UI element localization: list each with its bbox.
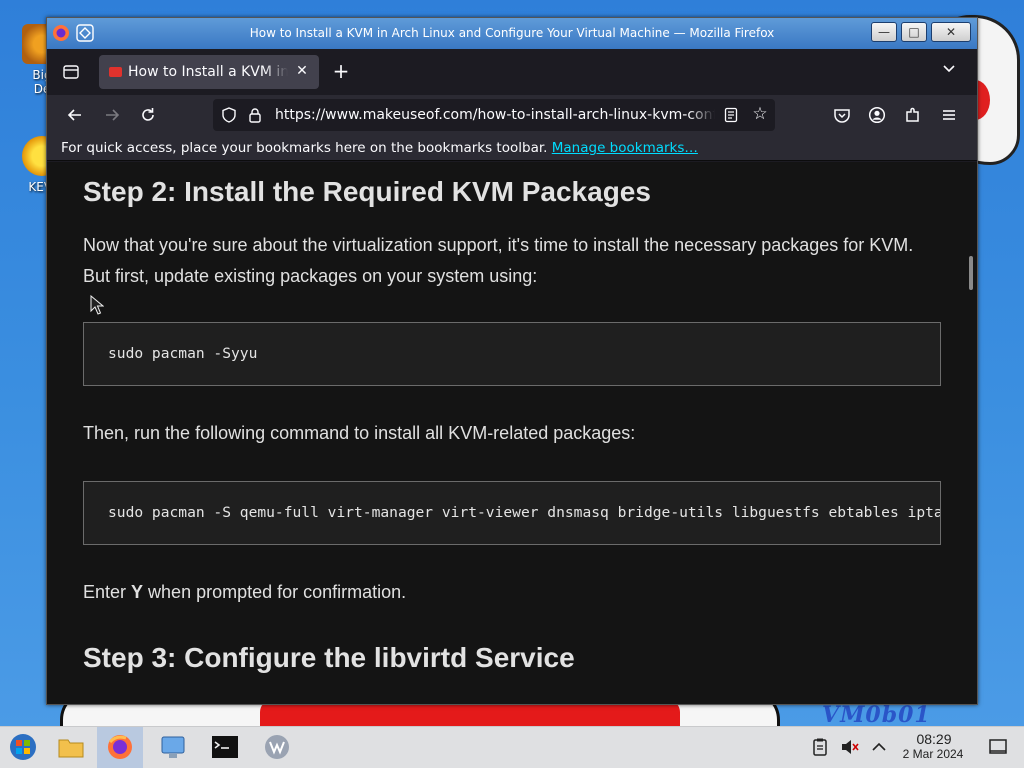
taskbar-control-panel[interactable]	[150, 727, 196, 768]
maximize-button[interactable]: □	[901, 22, 927, 42]
page-content: Step 2: Install the Required KVM Package…	[47, 162, 977, 704]
firefox-icon	[108, 735, 132, 759]
extensions-button[interactable]	[901, 103, 925, 127]
minimize-button[interactable]: —	[871, 22, 897, 42]
code-block[interactable]: sudo pacman -S qemu-full virt-manager vi…	[83, 481, 941, 545]
lock-icon[interactable]	[247, 107, 263, 123]
tab-close-icon[interactable]: ✕	[293, 62, 311, 80]
taskbar-file-manager[interactable]	[48, 727, 94, 768]
taskbar	[0, 726, 1024, 768]
tab-bar: How to Install a KVM in Arch Linux and C…	[47, 49, 977, 95]
code-block[interactable]: sudo pacman -Syyu	[83, 322, 941, 386]
pocket-icon	[834, 109, 850, 123]
window-titlebar[interactable]: How to Install a KVM in Arch Linux and C…	[47, 18, 977, 49]
reload-icon	[142, 108, 154, 121]
window-title: How to Install a KVM in Arch Linux and C…	[249, 26, 775, 40]
app-menu-button[interactable]	[937, 103, 961, 127]
clock-time[interactable]: 08:29	[904, 731, 964, 747]
terminal-icon	[212, 736, 238, 758]
bookmark-star-icon[interactable]: ☆	[751, 105, 769, 123]
chevron-up-icon[interactable]	[869, 737, 889, 757]
bookmarks-hint-text: For quick access, place your bookmarks h…	[61, 140, 548, 156]
forward-button[interactable]	[100, 103, 124, 127]
reload-button[interactable]	[136, 103, 160, 127]
manage-bookmarks-link[interactable]: Manage bookmarks…	[552, 140, 698, 156]
paragraph-text: when prompted for confirmation.	[143, 582, 407, 602]
code-text[interactable]: sudo pacman -Syyu	[108, 345, 257, 362]
taskbar-terminal[interactable]	[202, 727, 248, 768]
url-text[interactable]: https://www.makeuseof.com/how-to-install…	[275, 107, 715, 123]
wallpaper-text: VM0b01	[822, 702, 931, 726]
paragraph-text: Enter	[83, 582, 132, 602]
virt-manager-icon	[265, 735, 289, 759]
arrow-left-icon	[67, 109, 81, 121]
taskbar-firefox[interactable]	[97, 727, 143, 768]
url-bar[interactable]: https://www.makeuseof.com/how-to-install…	[213, 99, 775, 131]
site-favicon-icon	[109, 67, 122, 77]
step-2-heading: Step 2: Install the Required KVM Package…	[83, 176, 651, 207]
firefox-view-icon	[63, 65, 79, 79]
control-panel-icon	[161, 736, 185, 758]
chevron-down-icon	[943, 65, 955, 73]
hamburger-menu-icon	[943, 110, 955, 120]
close-button[interactable]: ✕	[931, 22, 971, 42]
tracking-protection-shield-icon[interactable]	[221, 107, 237, 123]
step-3-heading: Step 3: Configure the libvirtd Service	[83, 642, 575, 673]
paragraph: Enter Y when prompted for confirmation.	[83, 577, 923, 608]
folder-icon	[58, 739, 84, 758]
puzzle-icon	[906, 107, 919, 122]
start-button[interactable]	[0, 727, 46, 768]
taskbar-virt-manager[interactable]	[254, 727, 300, 768]
back-button[interactable]	[63, 103, 87, 127]
start-orb-icon	[10, 734, 36, 760]
bookmarks-toolbar: For quick access, place your bookmarks h…	[47, 135, 977, 161]
tab-label: How to Install a KVM in Arch Linux and C…	[128, 64, 288, 80]
account-button[interactable]	[865, 103, 889, 127]
account-icon	[868, 106, 886, 124]
bold-key-text: Y	[131, 582, 144, 602]
volume-muted-icon[interactable]	[840, 737, 860, 757]
pocket-button[interactable]	[830, 103, 854, 127]
paragraph: Then, run the following command to insta…	[83, 423, 636, 443]
code-text[interactable]: sudo pacman -S qemu-full virt-manager vi…	[108, 504, 940, 521]
firefox-window: How to Install a KVM in Arch Linux and C…	[46, 17, 978, 705]
clock-date[interactable]: 2 Mar 2024	[894, 747, 972, 761]
firefox-view-button[interactable]	[57, 60, 85, 84]
paragraph: Now that you're sure about the virtualiz…	[83, 235, 914, 286]
reader-view-icon[interactable]	[723, 107, 739, 123]
new-tab-button[interactable]: +	[329, 60, 353, 84]
mouse-cursor-icon	[90, 295, 104, 315]
tab-active[interactable]: How to Install a KVM in Arch Linux and C…	[99, 55, 319, 89]
arrow-right-icon	[106, 109, 120, 121]
list-all-tabs-button[interactable]	[937, 60, 961, 84]
scrollbar-thumb[interactable]	[969, 256, 973, 290]
navigation-toolbar: https://www.makeuseof.com/how-to-install…	[47, 95, 977, 135]
show-desktop-icon[interactable]	[988, 737, 1008, 757]
clipboard-icon[interactable]	[810, 737, 830, 757]
